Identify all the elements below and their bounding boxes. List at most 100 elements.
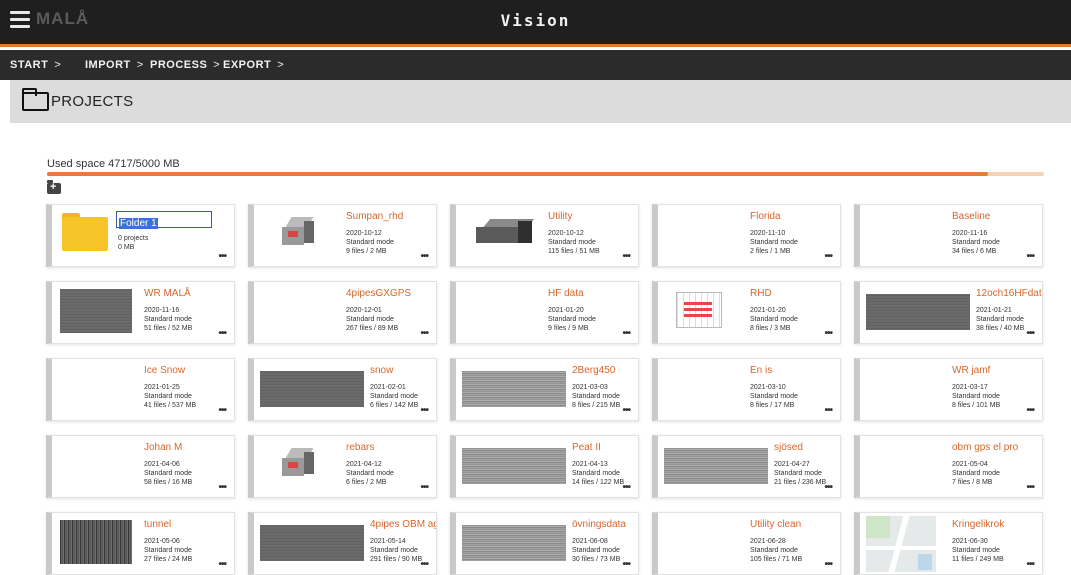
chevron-right-icon: > bbox=[277, 59, 285, 71]
crumb-process[interactable]: PROCESS > bbox=[150, 59, 220, 71]
folder-meta: 0 projects 0 MB bbox=[118, 235, 149, 251]
crumb-import[interactable]: IMPORT > bbox=[85, 59, 144, 71]
more-options-icon[interactable]: ••• bbox=[218, 559, 226, 570]
more-options-icon[interactable]: ••• bbox=[1026, 559, 1034, 570]
project-card[interactable]: Johan M 2021-04-06 Standard mode 58 files /… bbox=[46, 435, 235, 498]
project-files: 14 files / 122 MB bbox=[572, 479, 625, 486]
project-name[interactable]: obm gps el pro bbox=[952, 442, 1018, 453]
project-card[interactable]: övningsdata 2021-06-08 Standard mode 30 fil… bbox=[450, 512, 639, 575]
project-card[interactable]: obm gps el pro 2021-05-04 Standard mode 7 f… bbox=[854, 435, 1043, 498]
folder-card[interactable]: Folder 1 0 projects 0 MB ••• bbox=[46, 204, 235, 267]
project-card[interactable]: sjösed 2021-04-27 Standard mode 21 files / … bbox=[652, 435, 841, 498]
more-options-icon[interactable]: ••• bbox=[218, 482, 226, 493]
project-card[interactable]: Sumpan_rhd 2020-10-12 Standard mode 9 files… bbox=[248, 204, 437, 267]
project-mode: Standard mode bbox=[750, 547, 798, 554]
project-name[interactable]: 2Berg450 bbox=[572, 365, 615, 376]
project-mode: Standard mode bbox=[750, 393, 798, 400]
project-thumbnail bbox=[866, 516, 936, 572]
more-options-icon[interactable]: ••• bbox=[420, 251, 428, 262]
folder-name-input[interactable]: Folder 1 bbox=[116, 211, 212, 229]
more-options-icon[interactable]: ••• bbox=[1026, 328, 1034, 339]
more-options-icon[interactable]: ••• bbox=[824, 251, 832, 262]
project-name[interactable]: Johan M bbox=[144, 442, 182, 453]
more-options-icon[interactable]: ••• bbox=[218, 328, 226, 339]
project-card[interactable]: RHD 2021-01-20 Standard mode 8 files / 3 MB… bbox=[652, 281, 841, 344]
project-name[interactable]: Ice Snow bbox=[144, 365, 185, 376]
project-card[interactable]: HF data 2021-01-20 Standard mode 9 files / … bbox=[450, 281, 639, 344]
add-folder-icon[interactable]: + bbox=[47, 180, 61, 194]
project-name[interactable]: Florida bbox=[750, 211, 781, 222]
project-name[interactable]: Utility clean bbox=[750, 519, 801, 530]
more-options-icon[interactable]: ••• bbox=[1026, 251, 1034, 262]
project-files: 41 files / 537 MB bbox=[144, 402, 197, 409]
project-card[interactable]: Ice Snow 2021-01-25 Standard mode 41 files … bbox=[46, 358, 235, 421]
project-meta: 2021-01-20 Standard mode 9 files / 9 MB bbox=[548, 306, 596, 333]
more-options-icon[interactable]: ••• bbox=[824, 328, 832, 339]
project-name[interactable]: 4pipes OBM again bbox=[370, 519, 436, 530]
more-options-icon[interactable]: ••• bbox=[824, 405, 832, 416]
more-options-icon[interactable]: ••• bbox=[420, 559, 428, 570]
project-name[interactable]: RHD bbox=[750, 288, 772, 299]
crumb-export[interactable]: EXPORT > bbox=[223, 59, 284, 71]
project-card[interactable]: Baseline 2020-11-16 Standard mode 34 files … bbox=[854, 204, 1043, 267]
more-options-icon[interactable]: ••• bbox=[622, 251, 630, 262]
project-files: 34 files / 6 MB bbox=[952, 248, 997, 255]
more-options-icon[interactable]: ••• bbox=[824, 559, 832, 570]
project-card[interactable]: rebars 2021-04-12 Standard mode 6 files / 2… bbox=[248, 435, 437, 498]
project-name[interactable]: tunnel bbox=[144, 519, 171, 530]
project-mode: Standard mode bbox=[750, 239, 798, 246]
crumb-start[interactable]: START > bbox=[10, 59, 61, 71]
project-card[interactable]: tunnel 2021-05-06 Standard mode 27 files / … bbox=[46, 512, 235, 575]
project-name[interactable]: Baseline bbox=[952, 211, 990, 222]
project-name[interactable]: övningsdata bbox=[572, 519, 626, 530]
project-card[interactable]: Florida 2020-11-10 Standard mode 2 files / … bbox=[652, 204, 841, 267]
project-name[interactable]: 4pipesGXGPS bbox=[346, 288, 411, 299]
project-name[interactable]: sjösed bbox=[774, 442, 803, 453]
project-name[interactable]: Kringelikrok bbox=[952, 519, 1004, 530]
breadcrumb: START > IMPORT > PROCESS > EXPORT > bbox=[0, 50, 1071, 80]
project-files: 58 files / 16 MB bbox=[144, 479, 193, 486]
project-name[interactable]: En is bbox=[750, 365, 772, 376]
app-header: MALÅ Vision bbox=[0, 0, 1071, 47]
project-card[interactable]: Peat II 2021-04-13 Standard mode 14 files /… bbox=[450, 435, 639, 498]
project-mode: Standard mode bbox=[572, 547, 620, 554]
project-card[interactable]: Kringelikrok 2021-06-30 Standard mode 11 fi… bbox=[854, 512, 1043, 575]
more-options-icon[interactable]: ••• bbox=[622, 559, 630, 570]
more-options-icon[interactable]: ••• bbox=[1026, 482, 1034, 493]
project-card[interactable]: 12och16HFdata 2021-01-21 Standard mode 38 f… bbox=[854, 281, 1043, 344]
project-card[interactable]: Utility 2020-10-12 Standard mode 115 files … bbox=[450, 204, 639, 267]
more-options-icon[interactable]: ••• bbox=[420, 405, 428, 416]
project-name[interactable]: WR MALÅ bbox=[144, 288, 191, 299]
project-card[interactable]: Utility clean 2021-06-28 Standard mode 105 … bbox=[652, 512, 841, 575]
more-options-icon[interactable]: ••• bbox=[1026, 405, 1034, 416]
project-mode: Standard mode bbox=[750, 316, 798, 323]
project-name[interactable]: 12och16HFdata bbox=[976, 288, 1042, 299]
project-name[interactable]: HF data bbox=[548, 288, 584, 299]
project-card[interactable]: 4pipesGXGPS 2020-12-01 Standard mode 267 fi… bbox=[248, 281, 437, 344]
project-card[interactable]: En is 2021-03-10 Standard mode 8 files / 17… bbox=[652, 358, 841, 421]
project-meta: 2021-05-04 Standard mode 7 files / 8 MB bbox=[952, 460, 1000, 487]
project-name[interactable]: Peat II bbox=[572, 442, 601, 453]
project-card[interactable]: WR MALÅ 2020-11-16 Standard mode 51 files /… bbox=[46, 281, 235, 344]
more-options-icon[interactable]: ••• bbox=[218, 251, 226, 262]
project-files: 8 files / 215 MB bbox=[572, 402, 621, 409]
more-options-icon[interactable]: ••• bbox=[218, 405, 226, 416]
project-name[interactable]: rebars bbox=[346, 442, 374, 453]
project-card[interactable]: 4pipes OBM again2021-05-14Standard mode2… bbox=[248, 512, 437, 575]
project-card[interactable]: WR jamf 2021-03-17 Standard mode 8 files / … bbox=[854, 358, 1043, 421]
project-name[interactable]: Sumpan_rhd bbox=[346, 211, 403, 222]
project-card[interactable]: 2Berg450 2021-03-03 Standard mode 8 files /… bbox=[450, 358, 639, 421]
project-name[interactable]: Utility bbox=[548, 211, 572, 222]
project-card[interactable]: snow 2021-02-01 Standard mode 6 files / 142… bbox=[248, 358, 437, 421]
project-mode: Standard mode bbox=[144, 470, 192, 477]
more-options-icon[interactable]: ••• bbox=[622, 405, 630, 416]
more-options-icon[interactable]: ••• bbox=[824, 482, 832, 493]
more-options-icon[interactable]: ••• bbox=[420, 328, 428, 339]
more-options-icon[interactable]: ••• bbox=[622, 482, 630, 493]
project-files: 9 files / 2 MB bbox=[346, 248, 387, 255]
project-name[interactable]: snow bbox=[370, 365, 393, 376]
more-options-icon[interactable]: ••• bbox=[420, 482, 428, 493]
project-meta: 2020-10-12 Standard mode 9 files / 2 MB bbox=[346, 229, 394, 256]
project-name[interactable]: WR jamf bbox=[952, 365, 990, 376]
more-options-icon[interactable]: ••• bbox=[622, 328, 630, 339]
